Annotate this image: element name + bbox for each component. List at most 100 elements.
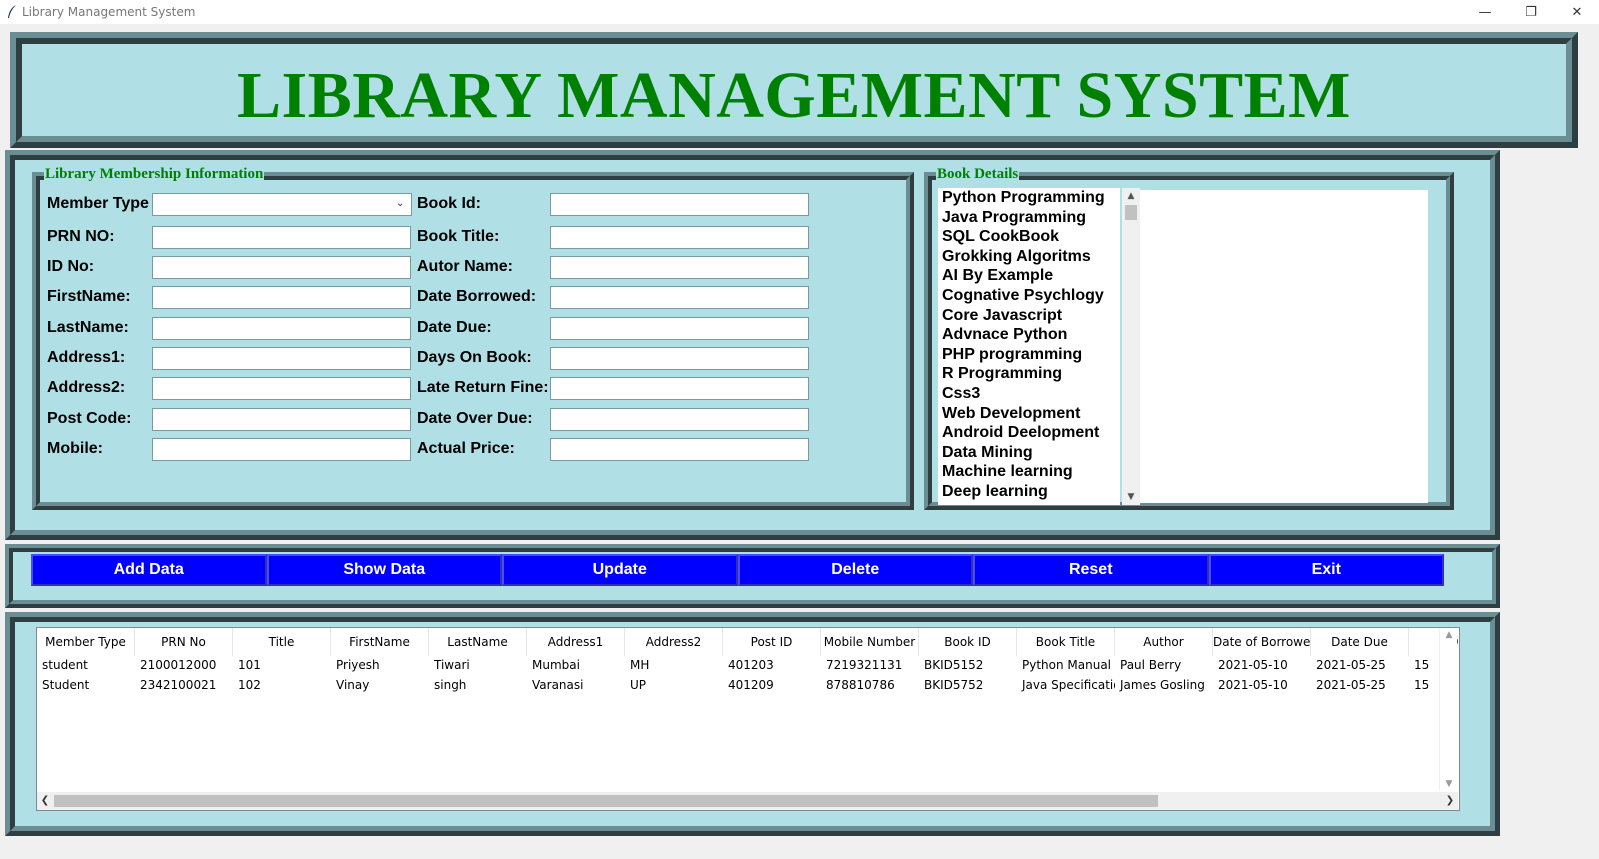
prn-label: PRN NO: <box>47 228 115 245</box>
scroll-down-icon[interactable]: ▼ <box>1440 777 1458 791</box>
book-id-input[interactable] <box>550 193 809 216</box>
table-cell: UP <box>630 678 647 692</box>
maximize-icon[interactable]: ❐ <box>1508 0 1554 24</box>
header-frame: LIBRARY MANAGEMENT SYSTEM <box>10 32 1578 148</box>
column-header[interactable]: Book ID <box>919 628 1017 656</box>
date-over-due-label: Date Over Due: <box>417 410 533 427</box>
scroll-thumb[interactable] <box>1442 692 1454 776</box>
exit-button[interactable]: Exit <box>1208 554 1444 586</box>
author-name-input[interactable] <box>550 256 809 279</box>
firstname-input[interactable] <box>152 286 411 309</box>
table-row[interactable]: Student 2342100021 102 Vinay singh Varan… <box>37 675 1459 695</box>
date-due-input[interactable] <box>550 317 809 340</box>
list-item[interactable]: Data Mining <box>938 443 1120 463</box>
column-header[interactable]: LastName <box>429 628 527 656</box>
minimize-icon[interactable]: — <box>1462 0 1508 24</box>
list-item[interactable]: SQL CookBook <box>938 227 1120 247</box>
scroll-up-icon[interactable]: ▲ <box>1440 628 1458 642</box>
column-header[interactable]: Address1 <box>527 628 625 656</box>
table-cell: 2342100021 <box>140 678 217 692</box>
list-item[interactable]: Python Programming <box>938 188 1120 208</box>
chevron-down-icon[interactable]: ⌄ <box>396 197 408 211</box>
list-item[interactable]: Java Programming <box>938 208 1120 228</box>
list-item[interactable]: Advnace Python <box>938 325 1120 345</box>
book-list-scrollbar[interactable]: ▲ ▼ <box>1122 188 1140 505</box>
table-header: Member Type PRN No Title FirstName LastN… <box>37 628 1459 656</box>
column-header[interactable]: Post ID <box>723 628 821 656</box>
address2-input[interactable] <box>152 377 411 400</box>
column-header[interactable]: Date of Borrowed <box>1213 628 1311 656</box>
list-item[interactable]: Android Deelopment <box>938 423 1120 443</box>
table-cell: Tiwari <box>434 658 470 672</box>
column-header[interactable]: PRN No <box>135 628 233 656</box>
mobile-label: Mobile: <box>47 440 103 457</box>
table-cell: James Gosling <box>1120 678 1205 692</box>
scroll-right-icon[interactable]: ❯ <box>1442 792 1458 810</box>
address1-label: Address1: <box>47 349 126 366</box>
id-input[interactable] <box>152 256 411 279</box>
reset-button[interactable]: Reset <box>973 554 1209 586</box>
id-label: ID No: <box>47 258 95 275</box>
prn-input[interactable] <box>152 226 411 249</box>
table-cell: 401209 <box>728 678 774 692</box>
scroll-down-icon[interactable]: ▼ <box>1122 489 1140 505</box>
address2-label: Address2: <box>47 379 126 396</box>
scroll-up-icon[interactable]: ▲ <box>1122 188 1140 204</box>
scroll-thumb[interactable] <box>54 795 1158 807</box>
book-listbox[interactable]: Python Programming Java Programming SQL … <box>938 188 1120 505</box>
column-header[interactable]: Book Title <box>1017 628 1115 656</box>
date-over-due-input[interactable] <box>550 408 809 431</box>
column-header[interactable]: Date Due <box>1311 628 1409 656</box>
show-data-button[interactable]: Show Data <box>266 554 502 586</box>
table-cell: 101 <box>238 658 261 672</box>
table-vertical-scrollbar[interactable]: ▲ ▼ <box>1439 628 1457 791</box>
postcode-label: Post Code: <box>47 410 132 427</box>
list-item[interactable]: Deep learning <box>938 482 1120 502</box>
column-header[interactable]: Member Type <box>37 628 135 656</box>
list-item[interactable]: Web Development <box>938 404 1120 424</box>
column-header[interactable]: FirstName <box>331 628 429 656</box>
table-cell: 878810786 <box>826 678 895 692</box>
column-header[interactable]: Address2 <box>625 628 723 656</box>
list-item[interactable]: R Programming <box>938 364 1120 384</box>
scroll-thumb[interactable] <box>1125 205 1137 220</box>
late-return-fine-input[interactable] <box>550 377 809 400</box>
records-table[interactable]: Member Type PRN No Title FirstName LastN… <box>36 627 1460 811</box>
list-item[interactable]: Machine learning <box>938 462 1120 482</box>
table-cell: 102 <box>238 678 261 692</box>
member-type-label: Member Type <box>47 195 149 212</box>
lastname-input[interactable] <box>152 317 411 340</box>
list-item[interactable]: AI By Example <box>938 266 1120 286</box>
column-header[interactable]: Mobile Number <box>821 628 919 656</box>
list-item[interactable]: Cognative Psychlogy <box>938 286 1120 306</box>
postcode-input[interactable] <box>152 408 411 431</box>
book-title-input[interactable] <box>550 226 809 249</box>
date-borrowed-input[interactable] <box>550 286 809 309</box>
delete-button[interactable]: Delete <box>737 554 973 586</box>
address1-input[interactable] <box>152 347 411 370</box>
list-item[interactable]: Grokking Algoritms <box>938 247 1120 267</box>
add-data-button[interactable]: Add Data <box>31 554 267 586</box>
membership-frame-title: Library Membership Information <box>44 166 265 183</box>
close-icon[interactable]: ✕ <box>1554 0 1599 24</box>
days-on-book-input[interactable] <box>550 347 809 370</box>
column-header[interactable]: Author <box>1115 628 1213 656</box>
list-item[interactable]: PHP programming <box>938 345 1120 365</box>
table-row[interactable]: student 2100012000 101 Priyesh Tiwari Mu… <box>37 655 1459 675</box>
table-cell: 2021-05-10 <box>1218 678 1288 692</box>
column-header[interactable]: Title <box>233 628 331 656</box>
table-horizontal-scrollbar[interactable]: ❮ ❯ <box>37 792 1458 810</box>
late-return-fine-label: Late Return Fine: <box>417 379 549 396</box>
mobile-input[interactable] <box>152 438 411 461</box>
scroll-left-icon[interactable]: ❮ <box>37 792 53 810</box>
table-cell: student <box>42 658 88 672</box>
book-details-textbox[interactable] <box>1140 190 1428 503</box>
update-button[interactable]: Update <box>502 554 738 586</box>
days-on-book-label: Days On Book: <box>417 349 532 366</box>
table-cell: singh <box>434 678 467 692</box>
actual-price-input[interactable] <box>550 438 809 461</box>
list-item[interactable]: Core Javascript <box>938 306 1120 326</box>
member-type-combobox[interactable]: ⌄ <box>152 193 412 216</box>
book-id-label: Book Id: <box>417 195 481 212</box>
list-item[interactable]: Css3 <box>938 384 1120 404</box>
